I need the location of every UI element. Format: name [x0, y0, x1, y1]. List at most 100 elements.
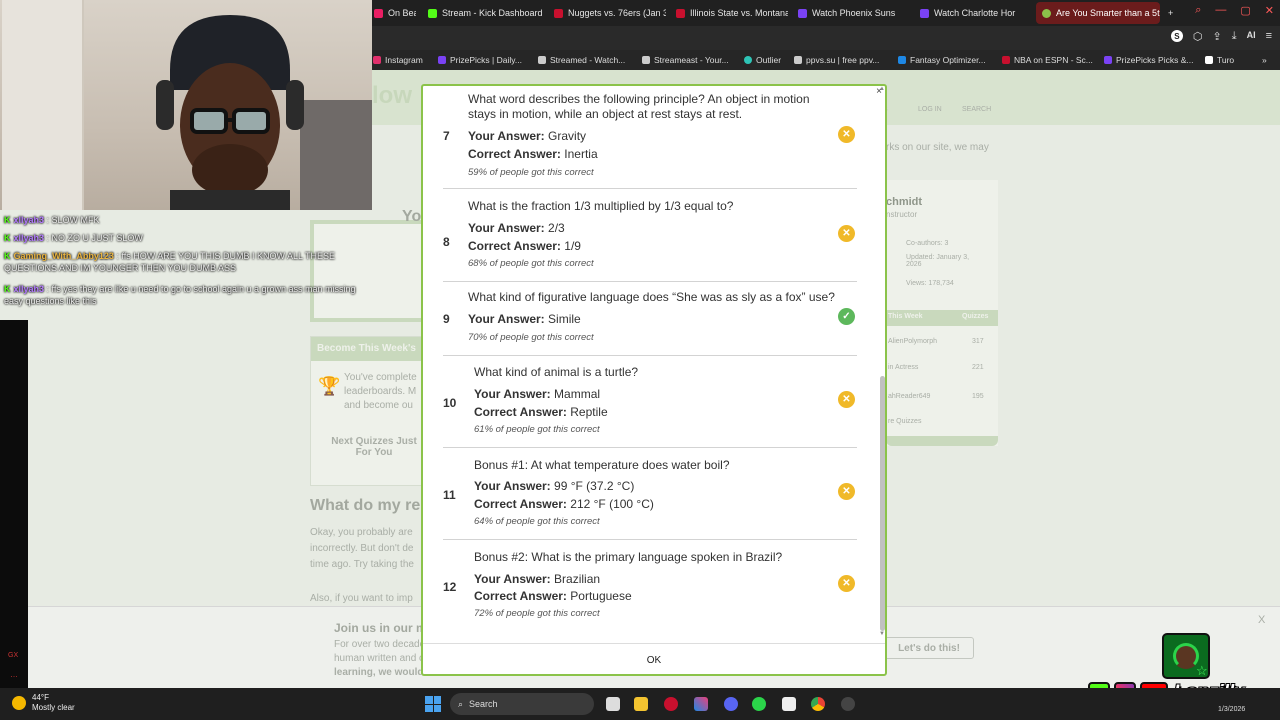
- join-button[interactable]: Let's do this!: [884, 637, 974, 659]
- ok-button[interactable]: OK: [647, 655, 661, 666]
- chat-username: xllyah3: [13, 284, 45, 294]
- result-item: 12 Bonus #2: What is the primary languag…: [443, 540, 857, 636]
- question-text: What kind of animal is a turtle?: [474, 365, 639, 379]
- kick-badge-icon: K: [4, 251, 11, 261]
- leader-score: 195: [972, 393, 984, 400]
- join-text: human written and c: [334, 653, 425, 664]
- opera-gx-icon[interactable]: [664, 697, 678, 711]
- espn-favicon-icon: [554, 8, 563, 18]
- bookmark-item[interactable]: Outlier: [744, 53, 781, 67]
- espn-favicon-icon: [676, 8, 685, 18]
- chat-text: : SLOW MFK: [46, 215, 100, 225]
- browser-tab[interactable]: Watch Phoenix Suns: [792, 2, 910, 24]
- task-view-icon[interactable]: [606, 697, 620, 711]
- browser-tab[interactable]: Illinois State vs. Montana: [670, 2, 788, 24]
- extensions-icon[interactable]: ⬡: [1193, 30, 1203, 43]
- section-heading: What do my re: [310, 497, 421, 514]
- menu-icon[interactable]: ≡: [1266, 30, 1272, 43]
- search-link[interactable]: SEARCH: [962, 106, 991, 113]
- your-answer-label: Your Answer:: [468, 312, 545, 326]
- wrong-answer-icon: ✕: [838, 225, 855, 242]
- browser-tab-active[interactable]: Are You Smarter than a 5th: [1036, 2, 1160, 24]
- your-answer-value: Brazilian: [554, 572, 601, 586]
- browser-tab[interactable]: Stream - Kick Dashboard: [422, 2, 544, 24]
- browser-tab[interactable]: Nuggets vs. 76ers (Jan 3: [548, 2, 666, 24]
- bookmark-icon: [538, 56, 546, 64]
- chat-text: : NO ZO U JUST SLOW: [46, 233, 143, 243]
- leader-name: in Actress: [888, 364, 919, 371]
- more-icon: …: [10, 670, 18, 679]
- bookmark-item[interactable]: NBA on ESPN - Sc...: [1002, 53, 1093, 67]
- bookmark-icon: [794, 56, 802, 64]
- login-link[interactable]: LOG IN: [918, 106, 942, 113]
- join-heading: Join us in our m: [334, 621, 427, 635]
- question-number: 10: [443, 396, 457, 410]
- new-tab-button[interactable]: +: [1162, 2, 1180, 24]
- weather-text: Mostly clear: [32, 703, 75, 712]
- modal-footer: OK: [423, 643, 885, 676]
- bookmark-item[interactable]: Turo: [1205, 53, 1234, 67]
- stream-side-strip: GX …: [0, 320, 28, 688]
- browser-tab[interactable]: On Beat C: [368, 2, 416, 24]
- correct-answer-icon: ✓: [838, 308, 855, 325]
- scroll-up-icon[interactable]: ▲: [879, 86, 885, 92]
- kick-badge-icon: K: [4, 284, 11, 294]
- file-explorer-icon[interactable]: [634, 697, 648, 711]
- copilot-icon[interactable]: [694, 697, 708, 711]
- temperature-text: 44°F: [32, 693, 49, 702]
- app-icon[interactable]: [752, 697, 766, 711]
- weather-widget[interactable]: 44°F Mostly clear: [12, 693, 75, 713]
- coauthors-text: Co-authors: 3: [906, 240, 949, 247]
- gx-label: GX: [8, 652, 19, 659]
- browser-tab[interactable]: Watch Charlotte Hor: [914, 2, 1032, 24]
- scrollbar-thumb[interactable]: [880, 376, 885, 631]
- more-quizzes-link[interactable]: re Quizzes: [888, 418, 921, 425]
- chrome-icon[interactable]: [811, 697, 825, 711]
- percent-correct: 70% of people got this correct: [468, 332, 594, 343]
- bookmark-item[interactable]: ppvs.su | free ppv...: [794, 53, 879, 67]
- question-text: What kind of figurative language does “S…: [468, 290, 835, 304]
- bookmark-item[interactable]: Streamed - Watch...: [538, 53, 625, 67]
- search-tabs-icon[interactable]: ⌕: [1195, 4, 1201, 17]
- join-text: For over two decade: [334, 639, 426, 650]
- site-logo: low: [372, 82, 412, 109]
- join-close-button[interactable]: X: [1258, 614, 1265, 626]
- discord-icon[interactable]: [724, 697, 738, 711]
- taskbar-search[interactable]: ⌕ Search: [450, 693, 594, 715]
- your-answer-value: Mammal: [554, 387, 601, 401]
- your-answer-value: 2/3: [548, 221, 565, 235]
- close-window-icon[interactable]: ✕: [1265, 4, 1274, 17]
- bookmark-item[interactable]: Fantasy Optimizer...: [898, 53, 986, 67]
- bookmark-item[interactable]: Streameast - Your...: [642, 53, 729, 67]
- minimize-icon[interactable]: —: [1215, 4, 1226, 17]
- bookmark-item[interactable]: PrizePicks | Daily...: [438, 53, 522, 67]
- capcut-icon[interactable]: [782, 697, 796, 711]
- modal-scrollbar[interactable]: ▲ ▼: [878, 86, 886, 641]
- your-answer-label: Your Answer:: [474, 479, 551, 493]
- paragraph-text: Also, if you want to imp: [310, 593, 413, 604]
- search-placeholder: Search: [469, 699, 498, 709]
- question-text: What word describes the following princi…: [468, 92, 810, 121]
- bookmark-item[interactable]: Instagram: [373, 53, 423, 67]
- download-icon[interactable]: ⤓: [1232, 30, 1237, 43]
- question-text: Bonus #2: What is the primary language s…: [474, 550, 783, 564]
- chat-message: K Gaming_With_Abby123 : ffs HOW ARE YOU T…: [4, 250, 369, 274]
- scroll-down-icon[interactable]: ▼: [879, 631, 885, 637]
- start-button[interactable]: [425, 696, 441, 712]
- share-icon[interactable]: ⇪: [1212, 30, 1221, 43]
- app-icon[interactable]: [841, 697, 855, 711]
- stream-favicon-icon: [920, 8, 929, 18]
- notice-text: rks on our site, we may: [886, 142, 989, 153]
- maximize-icon[interactable]: ▢: [1240, 4, 1250, 17]
- ai-button[interactable]: AI: [1247, 30, 1256, 43]
- wrong-answer-icon: ✕: [838, 483, 855, 500]
- extension-s-icon[interactable]: S: [1170, 30, 1183, 42]
- bookmark-item[interactable]: PrizePicks Picks &...: [1104, 53, 1193, 67]
- bookmarks-overflow-icon[interactable]: »: [1262, 53, 1267, 67]
- wrong-answer-icon: ✕: [838, 575, 855, 592]
- top-score-heading: Quizzes: [962, 313, 989, 320]
- quiz-favicon-icon: [1042, 8, 1051, 18]
- wrong-answer-icon: ✕: [838, 391, 855, 408]
- correct-answer-value: 212 °F (100 °C): [570, 497, 654, 511]
- windows-taskbar: 44°F Mostly clear ⌕ Search 1/3/2026: [0, 688, 1280, 720]
